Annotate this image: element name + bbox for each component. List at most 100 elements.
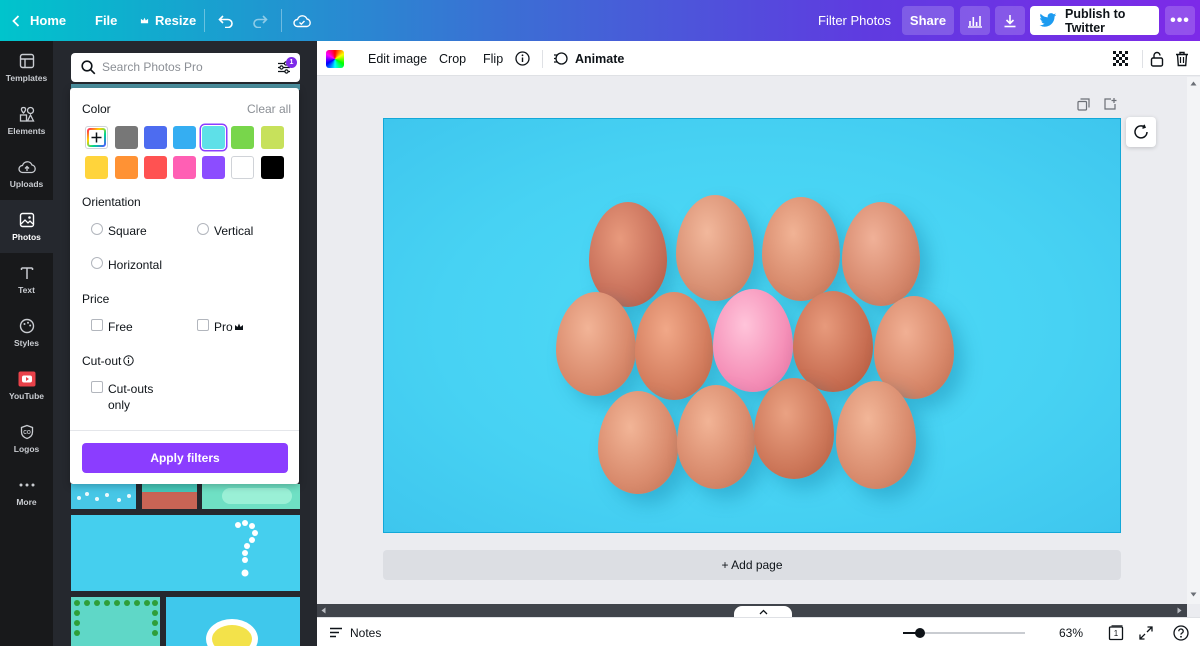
scroll-left-icon[interactable]	[321, 607, 326, 614]
rail-item-more[interactable]: More	[0, 465, 53, 518]
background-color-swatch[interactable]	[326, 50, 344, 68]
color-swatch-green[interactable]	[231, 126, 254, 149]
svg-text:CO: CO	[23, 430, 31, 436]
color-swatch-yellow[interactable]	[85, 156, 108, 179]
undo-icon	[218, 14, 234, 28]
apply-filters-label: Apply filters	[150, 451, 220, 465]
scroll-down-icon[interactable]	[1190, 592, 1197, 597]
cutouts-label-line1[interactable]: Cut-outs	[108, 382, 153, 396]
pro-checkbox[interactable]	[197, 319, 209, 331]
publish-to-twitter-button[interactable]: Publish to Twitter	[1030, 6, 1159, 35]
rail-item-text[interactable]: Text	[0, 253, 53, 306]
pro-label[interactable]: Pro	[214, 320, 233, 334]
cutouts-label-line2[interactable]: only	[108, 398, 130, 412]
add-page-button[interactable]: + Add page	[383, 550, 1121, 580]
color-swatch-blue[interactable]	[144, 126, 167, 149]
zoom-slider-track[interactable]	[903, 628, 1025, 638]
cutout-heading: Cut-out	[82, 354, 122, 368]
rail-item-elements[interactable]: Elements	[0, 94, 53, 147]
egg	[762, 197, 840, 301]
flip-button[interactable]: Flip	[483, 41, 503, 76]
free-label[interactable]: Free	[108, 320, 133, 334]
undo-button[interactable]	[218, 0, 234, 41]
color-swatch-orange[interactable]	[115, 156, 138, 179]
photo-thumbnail[interactable]	[166, 597, 300, 646]
templates-icon	[18, 52, 36, 70]
horizontal-label[interactable]: Horizontal	[108, 258, 162, 272]
free-checkbox[interactable]	[91, 319, 103, 331]
zoom-level-button[interactable]: 63%	[1059, 618, 1083, 646]
lock-button[interactable]	[1150, 41, 1164, 76]
horizontal-radio[interactable]	[91, 257, 103, 269]
square-label[interactable]: Square	[108, 224, 147, 238]
page-canvas-photo[interactable]	[383, 118, 1121, 533]
color-swatch-purple[interactable]	[202, 156, 225, 179]
notes-button[interactable]: Notes	[329, 618, 381, 646]
photo-thumbnail[interactable]	[71, 484, 136, 509]
cutouts-only-checkbox[interactable]	[91, 381, 103, 393]
square-radio[interactable]	[91, 223, 103, 235]
resize-button[interactable]: Resize	[140, 0, 196, 41]
rail-item-youtube[interactable]: YouTube	[0, 359, 53, 412]
transparency-icon	[1113, 51, 1128, 66]
vertical-radio[interactable]	[197, 223, 209, 235]
photo-thumbnail[interactable]	[142, 484, 197, 509]
info-icon[interactable]	[123, 355, 134, 366]
insights-button[interactable]	[960, 6, 990, 35]
share-button[interactable]: Share	[902, 6, 954, 35]
add-page-icon[interactable]	[1103, 97, 1117, 111]
color-swatch-red[interactable]	[144, 156, 167, 179]
color-swatch-gray[interactable]	[115, 126, 138, 149]
image-info-button[interactable]	[515, 41, 530, 76]
egg	[589, 202, 667, 307]
apply-filters-button[interactable]: Apply filters	[82, 443, 288, 473]
color-swatch-black[interactable]	[261, 156, 284, 179]
color-swatch-turquoise-selected[interactable]	[202, 126, 225, 149]
crop-button[interactable]: Crop	[439, 41, 466, 76]
cloud-sync-button[interactable]	[293, 0, 311, 41]
text-icon	[18, 264, 36, 282]
top-bar: Home File Resize Filter Photos Share Pub…	[0, 0, 1200, 41]
rail-item-uploads[interactable]: Uploads	[0, 147, 53, 200]
page-count-button[interactable]: 1	[1108, 618, 1124, 646]
redo-button[interactable]	[252, 0, 268, 41]
egg	[556, 292, 636, 396]
photo-thumbnail[interactable]	[71, 597, 160, 646]
vertical-label[interactable]: Vertical	[214, 224, 253, 238]
photo-thumbnail[interactable]	[71, 515, 300, 591]
scroll-up-icon[interactable]	[1190, 81, 1197, 86]
animate-button[interactable]: Animate	[553, 41, 624, 76]
resize-label: Resize	[155, 13, 197, 28]
rail-item-logos[interactable]: CO Logos	[0, 412, 53, 465]
help-button[interactable]	[1173, 618, 1189, 646]
fullscreen-button[interactable]	[1139, 618, 1153, 646]
more-options-button[interactable]: •••	[1165, 6, 1195, 35]
ellipsis-icon: •••	[1170, 11, 1190, 29]
delete-button[interactable]	[1175, 41, 1189, 76]
add-color-swatch[interactable]	[85, 126, 108, 149]
download-button[interactable]	[995, 6, 1025, 35]
duplicate-page-icon[interactable]	[1077, 98, 1090, 111]
rail-item-templates[interactable]: Templates	[0, 41, 53, 94]
edit-image-button[interactable]: Edit image	[368, 41, 427, 76]
vertical-scrollbar[interactable]	[1187, 77, 1200, 604]
search-bar[interactable]: Search Photos Pro	[71, 53, 300, 82]
file-menu[interactable]: File	[95, 0, 117, 41]
chevron-left-icon	[12, 14, 20, 27]
color-swatch-pink[interactable]	[173, 156, 196, 179]
clear-all-link[interactable]: Clear all	[247, 102, 291, 116]
rail-item-styles[interactable]: Styles	[0, 306, 53, 359]
color-swatch-sky-blue[interactable]	[173, 126, 196, 149]
search-input[interactable]: Search Photos Pro	[102, 60, 203, 74]
refresh-suggestions-button[interactable]	[1126, 117, 1156, 147]
color-swatch-white[interactable]	[231, 156, 254, 179]
home-button[interactable]: Home	[12, 0, 66, 41]
search-icon	[81, 60, 96, 75]
color-swatch-lime[interactable]	[261, 126, 284, 149]
cloud-check-icon	[293, 14, 311, 28]
scroll-right-icon[interactable]	[1177, 607, 1182, 614]
photo-thumbnail[interactable]	[202, 484, 300, 509]
transparency-button[interactable]	[1113, 41, 1128, 76]
rail-item-photos[interactable]: Photos	[0, 200, 53, 253]
zoom-slider-thumb[interactable]	[915, 628, 925, 638]
